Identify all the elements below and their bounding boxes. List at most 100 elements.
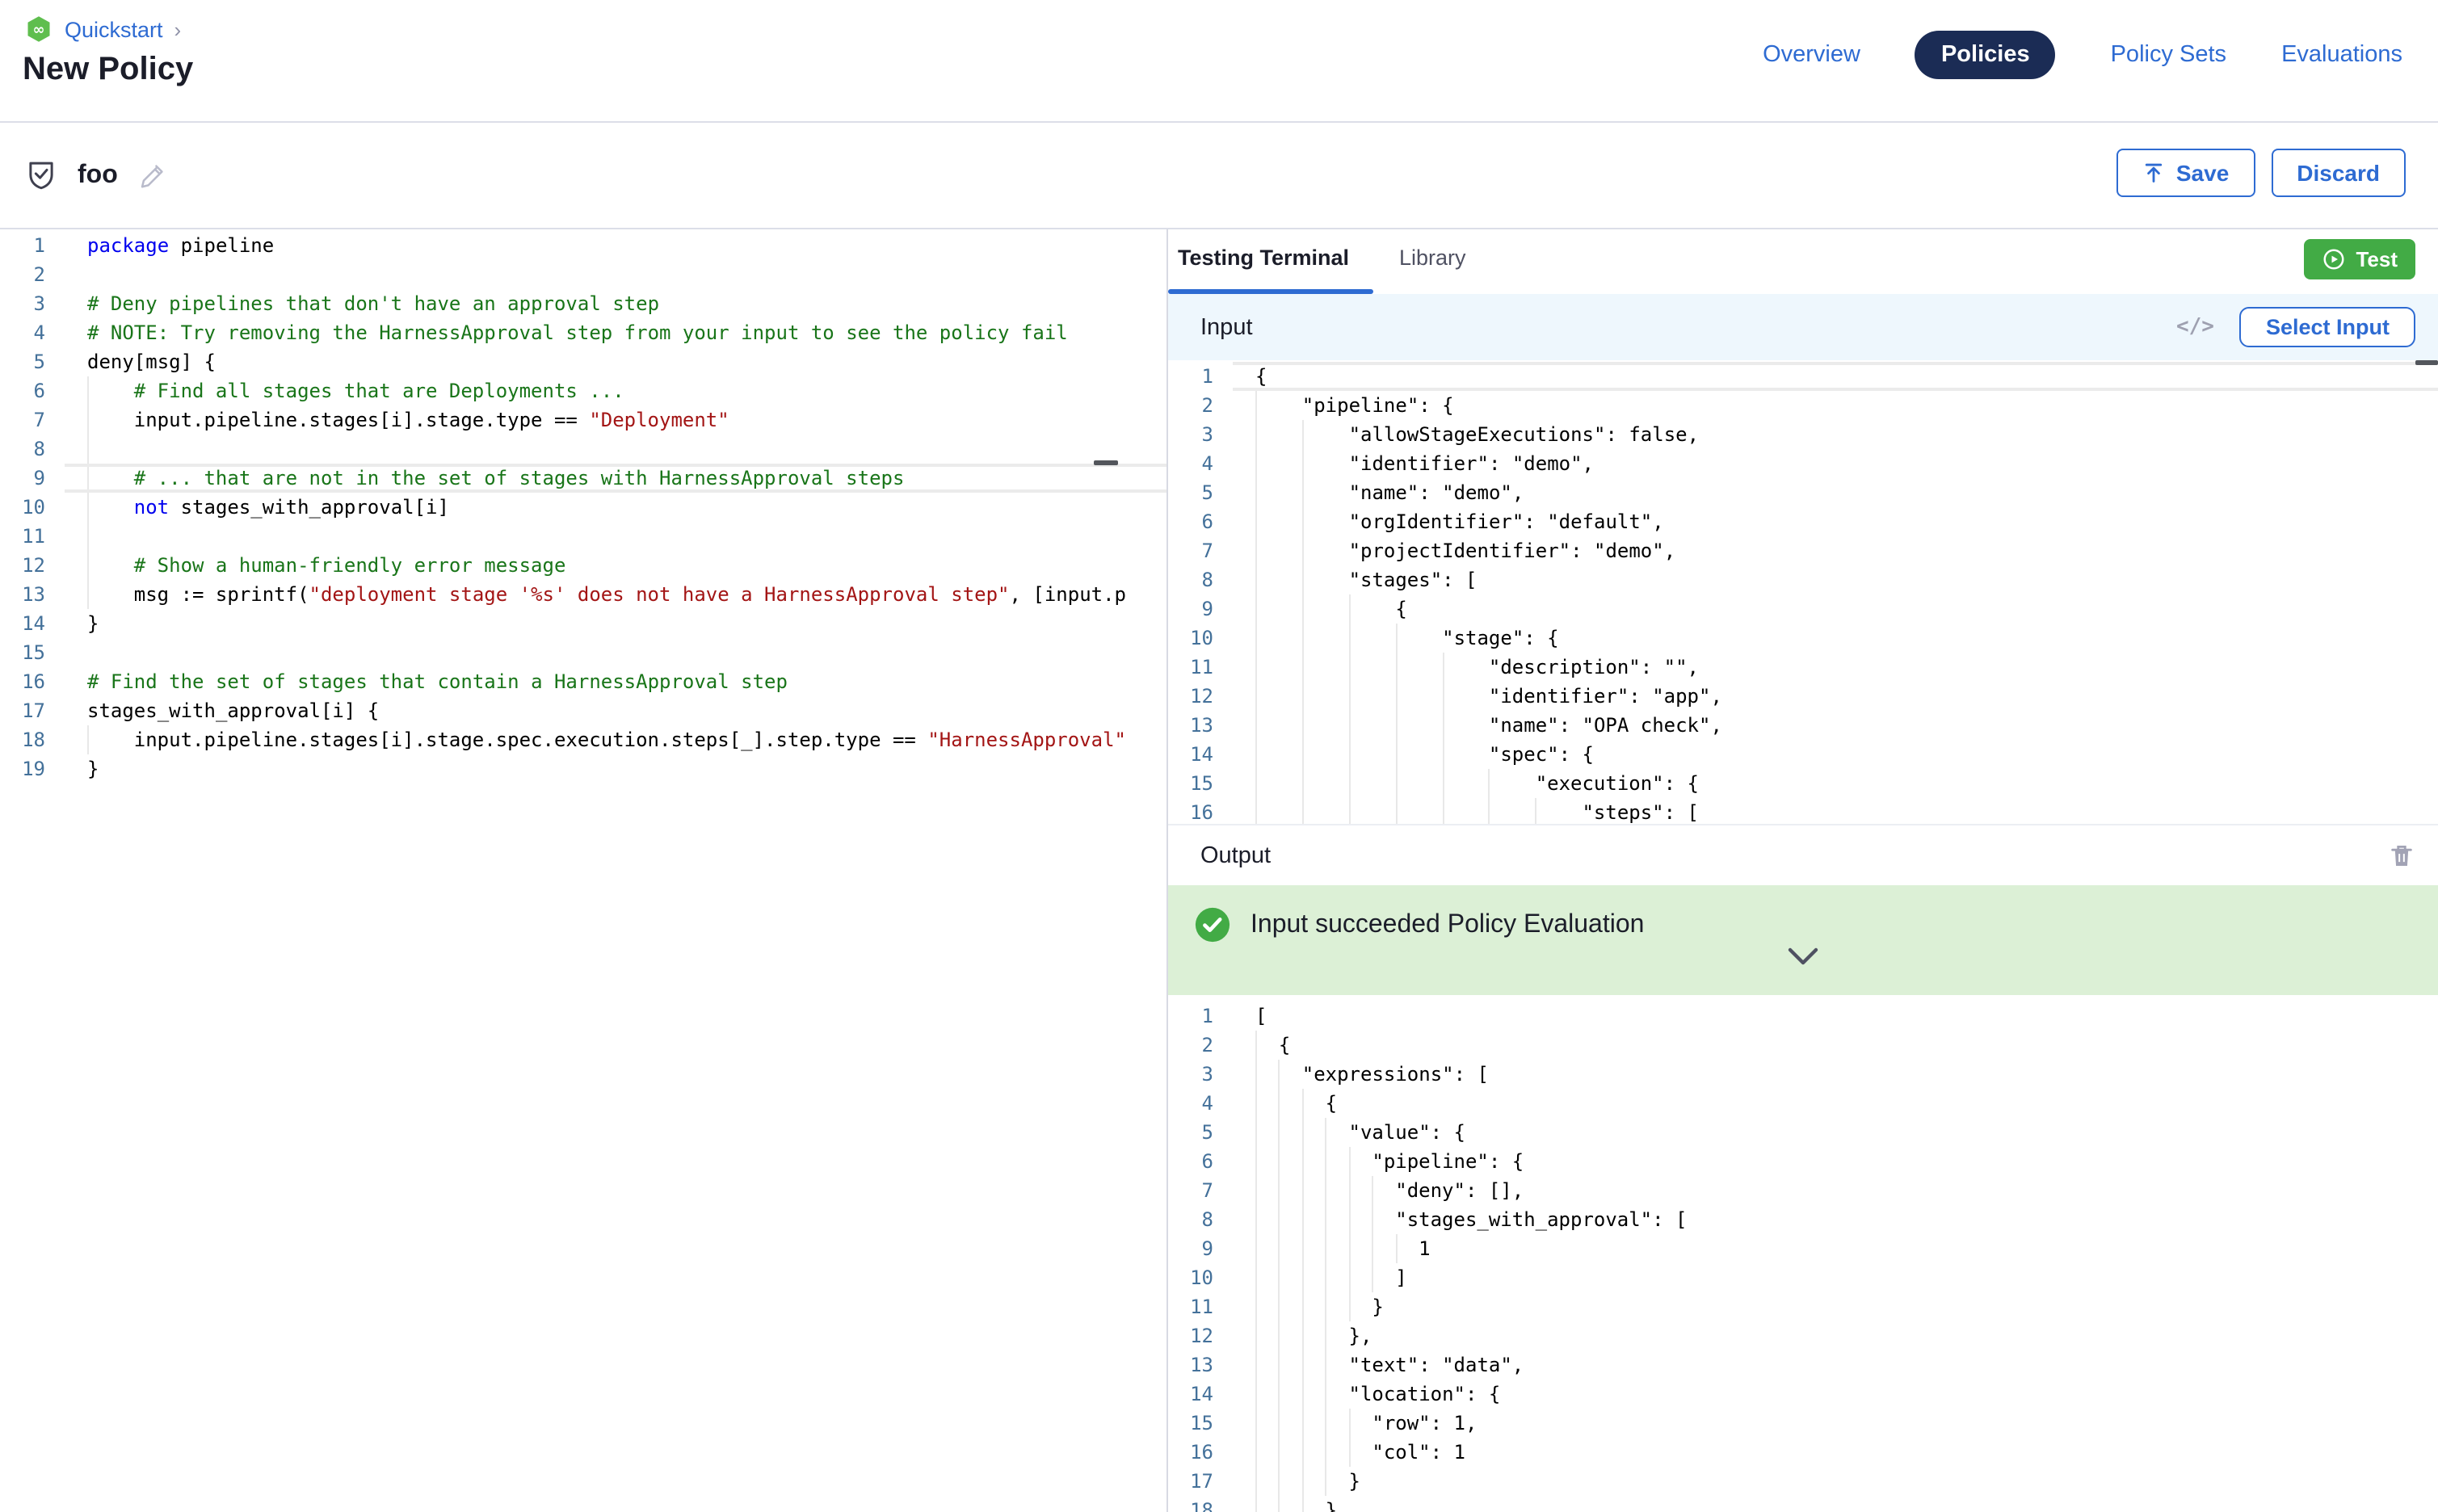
code-line[interactable]: 17stages_with_approval[i] { (0, 696, 1166, 725)
code-line[interactable]: 14} (0, 609, 1166, 638)
code-line[interactable]: 10"stage": { (1168, 624, 2438, 653)
discard-button[interactable]: Discard (2271, 149, 2406, 197)
code-line[interactable]: 13"name": "OPA check", (1168, 711, 2438, 740)
code-line[interactable]: 12# Show a human-friendly error message (0, 551, 1166, 580)
test-button[interactable]: Test (2304, 239, 2415, 279)
line-number: 1 (1168, 1002, 1233, 1031)
output-json-editor[interactable]: 1[2{3"expressions": [4{5"value": {6"pipe… (1168, 995, 2438, 1512)
editor-overview-marker[interactable] (1094, 460, 1118, 465)
code-line[interactable]: 11} (1168, 1292, 2438, 1321)
code-view-icon[interactable]: </> (2176, 315, 2214, 339)
code-line[interactable]: 3"expressions": [ (1168, 1060, 2438, 1089)
line-number: 6 (1168, 507, 1233, 536)
code-line[interactable]: 5deny[msg] { (0, 347, 1166, 376)
line-number: 5 (1168, 478, 1233, 507)
code-line[interactable]: 18} (1168, 1496, 2438, 1512)
select-input-button[interactable]: Select Input (2240, 307, 2415, 347)
code-line[interactable]: 1{ (1168, 362, 2438, 391)
editor-overview-marker[interactable] (2415, 360, 2438, 365)
save-button[interactable]: Save (2116, 149, 2255, 197)
top-nav: Overview Policies Policy Sets Evaluation… (1763, 31, 2402, 79)
code-line[interactable]: 15 (0, 638, 1166, 667)
code-line[interactable]: 5"name": "demo", (1168, 478, 2438, 507)
content-area: 1package pipeline23# Deny pipelines that… (0, 229, 2438, 1512)
code-line[interactable]: 7"projectIdentifier": "demo", (1168, 536, 2438, 565)
code-line[interactable]: 6"pipeline": { (1168, 1147, 2438, 1176)
line-number: 14 (0, 609, 65, 638)
code-line[interactable]: 3# Deny pipelines that don't have an app… (0, 289, 1166, 318)
trash-icon[interactable] (2388, 842, 2415, 871)
code-line[interactable]: 4{ (1168, 1089, 2438, 1118)
code-line[interactable]: 8"stages_with_approval": [ (1168, 1205, 2438, 1234)
code-line[interactable]: 14"spec": { (1168, 740, 2438, 769)
line-number: 7 (1168, 1176, 1233, 1205)
tab-testing-terminal[interactable]: Testing Terminal (1178, 246, 1349, 270)
line-number: 10 (1168, 624, 1233, 653)
code-line[interactable]: 4# NOTE: Try removing the HarnessApprova… (0, 318, 1166, 347)
code-line[interactable]: 9# ... that are not in the set of stages… (0, 464, 1166, 493)
code-line[interactable]: 91 (1168, 1234, 2438, 1263)
testing-terminal-pane: Testing Terminal Library Test Input </> … (1168, 229, 2438, 1512)
code-line[interactable]: 1[ (1168, 1002, 2438, 1031)
code-line[interactable]: 12"identifier": "app", (1168, 682, 2438, 711)
line-number: 6 (1168, 1147, 1233, 1176)
rego-editor[interactable]: 1package pipeline23# Deny pipelines that… (0, 229, 1166, 1512)
line-number: 19 (0, 754, 65, 783)
code-line[interactable]: 12}, (1168, 1321, 2438, 1350)
line-number: 15 (1168, 769, 1233, 798)
code-line[interactable]: 13msg := sprintf("deployment stage '%s' … (0, 580, 1166, 609)
code-line[interactable]: 15"row": 1, (1168, 1409, 2438, 1438)
code-line[interactable]: 18input.pipeline.stages[i].stage.spec.ex… (0, 725, 1166, 754)
policy-toolbar: foo Save Discard (0, 123, 2438, 228)
code-line[interactable]: 1package pipeline (0, 231, 1166, 260)
line-number: 11 (1168, 1292, 1233, 1321)
code-line[interactable]: 16"steps": [ (1168, 798, 2438, 824)
pencil-icon[interactable] (137, 160, 168, 191)
code-line[interactable]: 10not stages_with_approval[i] (0, 493, 1166, 522)
line-number: 12 (1168, 682, 1233, 711)
code-line[interactable]: 2{ (1168, 1031, 2438, 1060)
line-number: 17 (1168, 1467, 1233, 1496)
code-line[interactable]: 10] (1168, 1263, 2438, 1292)
code-line[interactable]: 9{ (1168, 594, 2438, 624)
breadcrumb: ∞ Quickstart › (24, 15, 181, 44)
line-number: 4 (0, 318, 65, 347)
input-json-editor[interactable]: 1{2"pipeline": {3"allowStageExecutions":… (1168, 360, 2438, 824)
nav-tab-evaluations[interactable]: Evaluations (2281, 42, 2402, 68)
line-number: 2 (1168, 391, 1233, 420)
harness-logo-icon: ∞ (24, 15, 53, 44)
code-line[interactable]: 6"orgIdentifier": "default", (1168, 507, 2438, 536)
code-line[interactable]: 11"description": "", (1168, 653, 2438, 682)
nav-tab-policies[interactable]: Policies (1915, 31, 2056, 79)
tab-library[interactable]: Library (1399, 246, 1466, 270)
code-line[interactable]: 16# Find the set of stages that contain … (0, 667, 1166, 696)
code-line[interactable]: 14"location": { (1168, 1380, 2438, 1409)
nav-tab-policy-sets[interactable]: Policy Sets (2111, 42, 2226, 68)
code-line[interactable]: 7input.pipeline.stages[i].stage.type == … (0, 405, 1166, 435)
code-line[interactable]: 11 (0, 522, 1166, 551)
line-number: 1 (1168, 362, 1233, 391)
code-line[interactable]: 13"text": "data", (1168, 1350, 2438, 1380)
breadcrumb-project-link[interactable]: Quickstart (65, 17, 163, 41)
line-number: 18 (1168, 1496, 1233, 1512)
code-line[interactable]: 15"execution": { (1168, 769, 2438, 798)
code-line[interactable]: 5"value": { (1168, 1118, 2438, 1147)
code-line[interactable]: 6# Find all stages that are Deployments … (0, 376, 1166, 405)
code-line[interactable]: 7"deny": [], (1168, 1176, 2438, 1205)
code-line[interactable]: 17} (1168, 1467, 2438, 1496)
code-line[interactable]: 16"col": 1 (1168, 1438, 2438, 1467)
svg-text:∞: ∞ (33, 21, 45, 38)
code-line[interactable]: 2"pipeline": { (1168, 391, 2438, 420)
line-number: 5 (0, 347, 65, 376)
code-line[interactable]: 8"stages": [ (1168, 565, 2438, 594)
line-number: 3 (1168, 1060, 1233, 1089)
nav-tab-overview[interactable]: Overview (1763, 42, 1860, 68)
code-line[interactable]: 19} (0, 754, 1166, 783)
line-number: 2 (0, 260, 65, 289)
code-line[interactable]: 4"identifier": "demo", (1168, 449, 2438, 478)
code-line[interactable]: 2 (0, 260, 1166, 289)
code-line[interactable]: 3"allowStageExecutions": false, (1168, 420, 2438, 449)
chevron-down-icon[interactable] (1782, 943, 1824, 972)
code-line[interactable]: 8 (0, 435, 1166, 464)
line-number: 13 (1168, 711, 1233, 740)
